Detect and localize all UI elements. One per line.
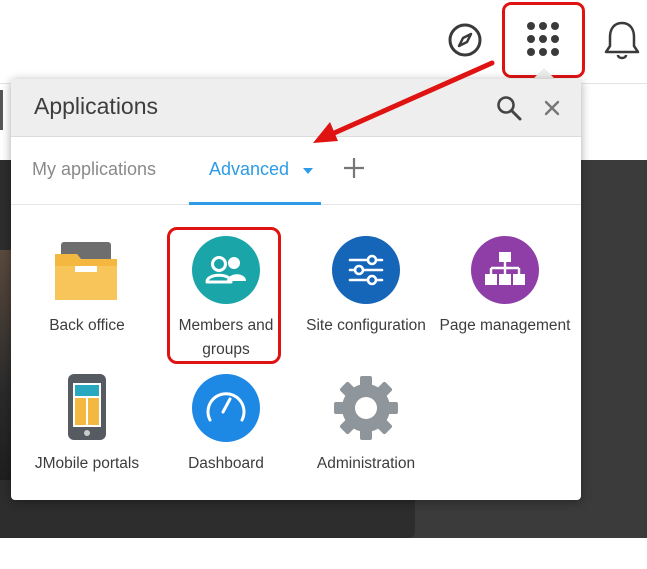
mobile-icon bbox=[53, 374, 121, 442]
popup-title: Applications bbox=[34, 93, 159, 119]
annotation-highlight-members bbox=[167, 227, 281, 364]
chevron-down-icon[interactable] bbox=[303, 168, 313, 174]
app-label: Site configuration bbox=[306, 317, 426, 334]
search-icon[interactable] bbox=[495, 94, 523, 122]
gear-icon bbox=[332, 374, 400, 442]
applications-popup: Applications My applications Advanced Ba… bbox=[11, 79, 581, 500]
sitemap-icon bbox=[471, 236, 539, 304]
app-label: Dashboard bbox=[188, 455, 264, 472]
tab-advanced[interactable]: Advanced bbox=[209, 159, 289, 180]
bell-icon[interactable] bbox=[600, 17, 644, 63]
app-label: JMobile portals bbox=[34, 455, 140, 472]
close-icon[interactable] bbox=[541, 97, 563, 119]
sliders-icon bbox=[332, 236, 400, 304]
app-label: Administration bbox=[316, 455, 416, 472]
active-tab-indicator bbox=[189, 202, 321, 205]
gauge-icon bbox=[192, 374, 260, 442]
app-label: Page management bbox=[439, 317, 571, 334]
add-tab-icon[interactable] bbox=[341, 155, 367, 181]
footer-strip bbox=[0, 538, 647, 569]
folder-icon bbox=[53, 236, 121, 304]
popup-header: Applications bbox=[11, 79, 581, 137]
tab-bar: My applications Advanced bbox=[11, 137, 581, 205]
compass-icon[interactable] bbox=[445, 20, 485, 60]
app-label: Back office bbox=[49, 317, 125, 334]
tab-my-applications[interactable]: My applications bbox=[32, 159, 156, 180]
popup-pointer bbox=[533, 68, 555, 79]
